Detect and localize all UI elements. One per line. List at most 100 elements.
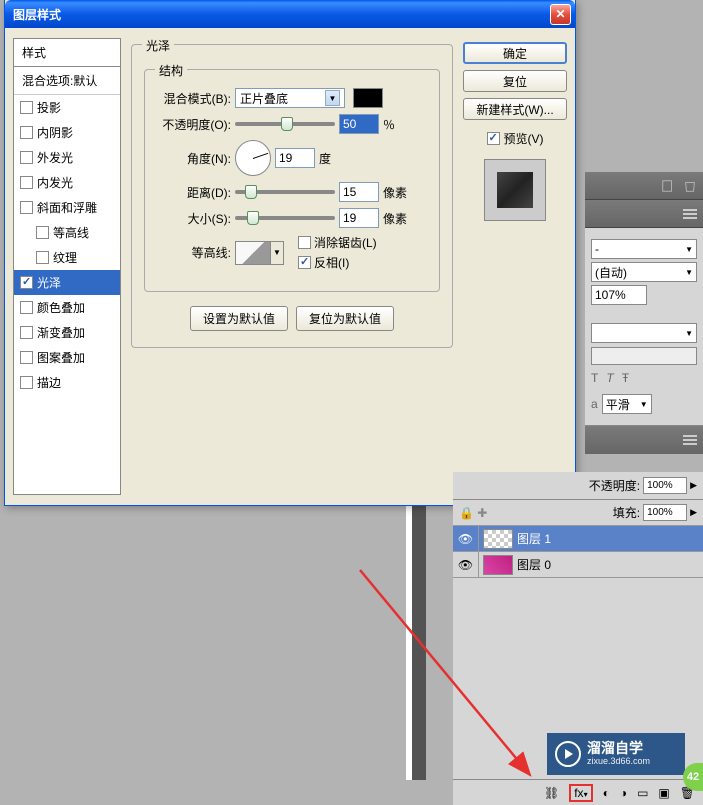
structure-title: 结构 [155,62,187,79]
menu-icon[interactable] [683,435,697,445]
panel-menu-bar[interactable] [585,200,703,228]
trash-icon[interactable] [683,179,697,193]
layer-style-dialog: 图层样式 ✕ 样式 混合选项:默认 投影内阴影外发光内发光斜面和浮雕等高线纹理光… [4,0,576,506]
panel-tab-bar[interactable] [585,172,703,200]
checkbox[interactable] [20,326,33,339]
mask-icon[interactable]: ◐ [603,786,610,800]
style-item-label: 内阴影 [37,124,73,141]
checkbox[interactable] [20,176,33,189]
dropdown-auto[interactable]: (自动)▼ [591,262,697,282]
distance-slider[interactable] [235,190,335,194]
checkbox[interactable] [20,126,33,139]
checkbox[interactable] [20,376,33,389]
blending-options[interactable]: 混合选项:默认 [14,67,120,95]
style-item-label: 渐变叠加 [37,324,85,341]
style-item[interactable]: 颜色叠加 [14,295,120,320]
menu-icon[interactable] [683,209,697,219]
layer-thumbnail[interactable] [483,555,513,575]
layer-fill-input[interactable]: 100% [643,504,687,521]
angle-input[interactable]: 19 [275,148,315,168]
style-item[interactable]: 光泽 [14,270,120,295]
style-item[interactable]: 外发光 [14,145,120,170]
size-input[interactable]: 19 [339,208,379,228]
checkbox[interactable] [20,201,33,214]
chevron-right-icon[interactable]: ▶ [690,507,697,518]
aa-select[interactable]: 平滑▼ [602,394,652,414]
eye-icon[interactable]: 👁 [458,532,473,546]
dropdown-107[interactable]: 107% [591,285,647,305]
doc-icon[interactable] [661,179,675,193]
layers-bottom-bar: ⛓ fx▾ ◐ ◑ ▭ ▣ 🗑 [453,779,703,805]
preview-checkbox[interactable]: 预览(V) [463,130,567,147]
eye-icon[interactable]: 👁 [458,558,473,572]
dropdown-1[interactable]: -▼ [591,239,697,259]
style-item-label: 外发光 [37,149,73,166]
new-layer-icon[interactable]: ▣ [658,786,669,800]
invert-checkbox[interactable]: 反相(I) [298,254,377,271]
style-item[interactable]: 等高线 [14,220,120,245]
style-item[interactable]: 纹理 [14,245,120,270]
checkbox[interactable] [20,276,33,289]
checkbox[interactable] [20,151,33,164]
styles-header[interactable]: 样式 [14,39,120,67]
preview-thumbnail [484,159,546,221]
satin-title: 光泽 [142,37,174,54]
contour-picker[interactable] [235,241,271,265]
checkbox[interactable] [36,251,49,264]
checkbox[interactable] [20,301,33,314]
size-unit: 像素 [383,210,407,227]
badge[interactable]: 42 [683,763,703,791]
folder-icon[interactable]: ▭ [637,786,648,800]
style-item[interactable]: 内阴影 [14,120,120,145]
reset-default-button[interactable]: 复位为默认值 [296,306,394,331]
style-item[interactable]: 描边 [14,370,120,395]
checkbox[interactable] [20,101,33,114]
strike2-icon[interactable]: Ŧ [622,371,629,385]
close-icon[interactable]: ✕ [550,4,571,25]
checkbox[interactable] [36,226,49,239]
checkbox[interactable] [20,351,33,364]
layer-row-0[interactable]: 👁 图层 0 [453,552,703,578]
chevron-right-icon[interactable]: ▶ [690,480,697,491]
opacity-label: 不透明度(O): [155,116,231,133]
color-swatch[interactable] [353,88,383,108]
size-slider[interactable] [235,216,335,220]
layer-opacity-input[interactable]: 100% [643,477,687,494]
style-item[interactable]: 渐变叠加 [14,320,120,345]
blend-mode-select[interactable]: 正片叠底 ▼ [235,88,345,108]
watermark-sub: zixue.3d66.com [587,757,650,767]
antialias-checkbox[interactable]: 消除锯齿(L) [298,234,377,251]
color-bar[interactable] [591,347,697,365]
style-item[interactable]: 斜面和浮雕 [14,195,120,220]
dialog-titlebar[interactable]: 图层样式 ✕ [5,0,575,28]
reset-button[interactable]: 复位 [463,70,567,92]
style-item[interactable]: 图案叠加 [14,345,120,370]
chevron-down-icon[interactable]: ▼ [271,241,284,265]
opacity-slider[interactable] [235,122,335,126]
lock-icons[interactable]: 🔒 ✚ [459,506,487,520]
layers-panel-header[interactable] [585,426,703,454]
blend-mode-value: 正片叠底 [240,90,288,107]
layer-name[interactable]: 图层 1 [517,530,551,547]
link-icon[interactable]: ⛓ [544,786,559,800]
style-item[interactable]: 投影 [14,95,120,120]
ok-button[interactable]: 确定 [463,42,567,64]
distance-unit: 像素 [383,184,407,201]
opacity-input[interactable]: 50 [339,114,379,134]
italic-icon[interactable]: T [606,371,613,385]
dropdown-4[interactable]: ▼ [591,323,697,343]
layer-row-1[interactable]: 👁 图层 1 [453,526,703,552]
play-icon [555,741,581,767]
layer-name[interactable]: 图层 0 [517,556,551,573]
new-style-button[interactable]: 新建样式(W)... [463,98,567,120]
strike-icon[interactable]: T [591,371,598,385]
style-item[interactable]: 内发光 [14,170,120,195]
opacity-label: 不透明度: [589,477,640,494]
layer-thumbnail[interactable] [483,529,513,549]
distance-input[interactable]: 15 [339,182,379,202]
fx-button[interactable]: fx▾ [569,784,592,802]
set-default-button[interactable]: 设置为默认值 [190,306,288,331]
adjustment-icon[interactable]: ◑ [620,786,627,800]
angle-dial[interactable] [235,140,271,176]
style-item-label: 内发光 [37,174,73,191]
